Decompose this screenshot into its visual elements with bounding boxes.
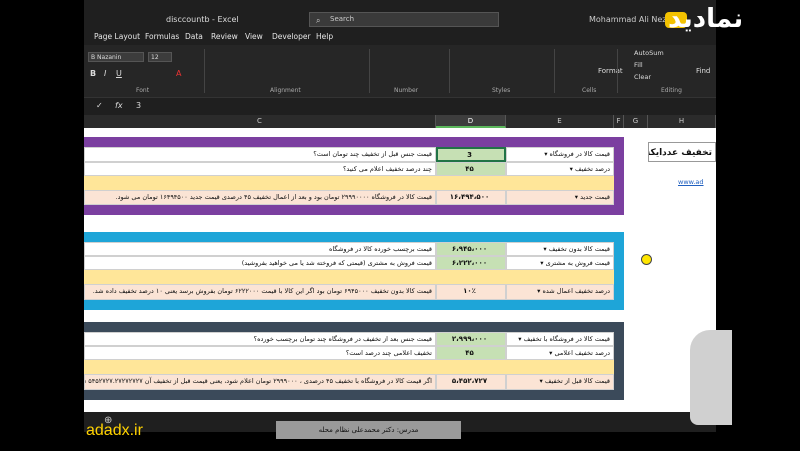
brand-logo: نماديد	[668, 4, 744, 34]
bold-icon[interactable]: B	[90, 69, 96, 78]
check-icon[interactable]: ✓	[96, 101, 103, 110]
block2-result-value[interactable]: ۱۰٪	[436, 284, 506, 300]
group-alignment-label: Alignment	[270, 87, 301, 94]
group-font-label: Font	[136, 87, 150, 94]
clear-button[interactable]: Clear	[634, 73, 651, 81]
group-number-label: Number	[394, 87, 419, 94]
block3-result-desc[interactable]: اگر قیمت کالا در فروشگاه با تخفیف ۴۵ درص…	[84, 374, 436, 390]
block3-row1-value[interactable]: ۲،۹۹۹،۰۰۰	[436, 332, 506, 346]
block2-row1-value[interactable]: ۶،۹۴۵،۰۰۰	[436, 242, 506, 256]
ribbon-divider	[554, 49, 555, 93]
block1-row2-desc[interactable]: چند درصد تخفیف اعلام می کنید؟	[84, 162, 436, 176]
block2-row1-desc[interactable]: قیمت برچسب خورده کالا در فروشگاه	[84, 242, 436, 256]
block1-row1-label[interactable]: قیمت کالا در فروشگاه ▾	[506, 147, 614, 162]
cursor-highlight	[641, 254, 652, 265]
block1-spacer	[84, 176, 614, 190]
format-button[interactable]: Format	[598, 67, 623, 75]
block1-result-label[interactable]: قیمت جدید ▾	[506, 190, 614, 205]
ribbon-divider	[617, 49, 618, 93]
tab-formulas[interactable]: Formulas	[145, 32, 179, 41]
website-link[interactable]: www.ad	[678, 176, 716, 190]
tab-data[interactable]: Data	[185, 32, 203, 41]
ribbon: B Nazanin 12 B I U A Font Alignment Numb…	[84, 45, 716, 97]
fx-icon[interactable]: fx	[115, 101, 123, 110]
block2-row2-value[interactable]: ۶،۲۲۲،۰۰۰	[436, 256, 506, 270]
sheet-title: تخفیف عددایکس	[648, 142, 716, 162]
font-size-box[interactable]: 12	[148, 52, 172, 62]
group-editing-label: Editing	[661, 87, 682, 94]
block2-row2-desc[interactable]: قیمت فروش به مشتری (قیمتی که فروخته شد ی…	[84, 256, 436, 270]
block2-row2-label[interactable]: قیمت فروش به مشتری ▾	[506, 256, 614, 270]
column-header-h[interactable]: H	[648, 115, 716, 128]
block1-row1-value[interactable]: 3	[436, 147, 506, 162]
column-header-c[interactable]: C	[84, 115, 436, 128]
block1-row2-value[interactable]: ۴۵	[436, 162, 506, 176]
find-button[interactable]: Find	[696, 67, 710, 75]
block2-spacer	[84, 270, 614, 284]
column-headers: C D E F G H	[84, 115, 716, 129]
ribbon-divider	[369, 49, 370, 93]
block1-row1-desc[interactable]: قیمت جنس قبل از تخفیف چند تومان است؟	[84, 147, 436, 162]
group-cells-label: Cells	[582, 87, 597, 94]
mascot-image	[690, 330, 732, 425]
block2-row1-label[interactable]: قیمت کالا بدون تخفیف ▾	[506, 242, 614, 256]
column-header-f[interactable]: F	[614, 115, 624, 128]
block3-row2-label[interactable]: درصد تخفیف اعلامی ▾	[506, 346, 614, 360]
autosum-button[interactable]: AutoSum	[634, 49, 664, 57]
ribbon-divider	[204, 49, 205, 93]
block2-result-label[interactable]: درصد تخفیف اعمال شده ▾	[506, 284, 614, 300]
block3-result-label[interactable]: قیمت کالا قبل از تخفیف ▾	[506, 374, 614, 390]
formula-input[interactable]: 3	[136, 101, 141, 110]
font-name-box[interactable]: B Nazanin	[88, 52, 144, 62]
column-header-g[interactable]: G	[624, 115, 648, 128]
underline-icon[interactable]: U	[116, 69, 122, 78]
worksheet[interactable]: قیمت جنس قبل از تخفیف چند تومان است؟ 3 ق…	[84, 128, 716, 412]
document-title: disccountb - Excel	[166, 15, 239, 24]
block3-row1-desc[interactable]: قیمت جنس بعد از تخفیف در فروشگاه چند توم…	[84, 332, 436, 346]
block3-row2-desc[interactable]: تخفیف اعلامی چند درصد است؟	[84, 346, 436, 360]
column-header-d[interactable]: D	[436, 115, 506, 128]
group-styles-label: Styles	[492, 87, 511, 94]
block1-result-value[interactable]: ۱۶،۴۹۴،۵۰۰	[436, 190, 506, 205]
formula-bar: ✓ fx 3	[84, 97, 716, 116]
block3-result-value[interactable]: ۵،۴۵۲،۷۲۷	[436, 374, 506, 390]
title-bar: disccountb - Excel ⌕ Search Mohammad Ali…	[84, 0, 716, 30]
tab-review[interactable]: Review	[211, 32, 238, 41]
instructor-caption: مدرس: دکتر محمدعلی نظام محله	[276, 421, 461, 439]
fill-button[interactable]: Fill	[634, 61, 643, 69]
block3-row1-label[interactable]: قیمت کالا در فروشگاه با تخفیف ▾	[506, 332, 614, 346]
site-watermark: adadx.ir	[86, 422, 143, 439]
column-header-e[interactable]: E	[506, 115, 614, 128]
search-box[interactable]: ⌕ Search	[309, 12, 499, 27]
excel-window: disccountb - Excel ⌕ Search Mohammad Ali…	[84, 0, 716, 432]
block3-spacer	[84, 360, 614, 374]
search-placeholder: Search	[330, 15, 355, 23]
tab-page-layout[interactable]: Page Layout	[94, 32, 140, 41]
italic-icon[interactable]: I	[104, 69, 106, 78]
block1-result-desc[interactable]: قیمت کالا در فروشگاه ۲۹۹۹۰۰۰۰ تومان بود …	[84, 190, 436, 205]
tab-developer[interactable]: Developer	[272, 32, 311, 41]
block1-row2-label[interactable]: درصد تخفیف ▾	[506, 162, 614, 176]
search-icon: ⌕	[316, 16, 321, 25]
tab-view[interactable]: View	[245, 32, 263, 41]
ribbon-divider	[449, 49, 450, 93]
block2-result-desc[interactable]: قیمت کالا بدون تخفیف ۶۹۴۵۰۰۰ تومان بود ا…	[84, 284, 436, 300]
tab-help[interactable]: Help	[316, 32, 333, 41]
block3-row2-value[interactable]: ۴۵	[436, 346, 506, 360]
menu-bar: Page Layout Formulas Data Review View De…	[84, 30, 716, 45]
font-color-icon[interactable]: A	[176, 69, 181, 78]
